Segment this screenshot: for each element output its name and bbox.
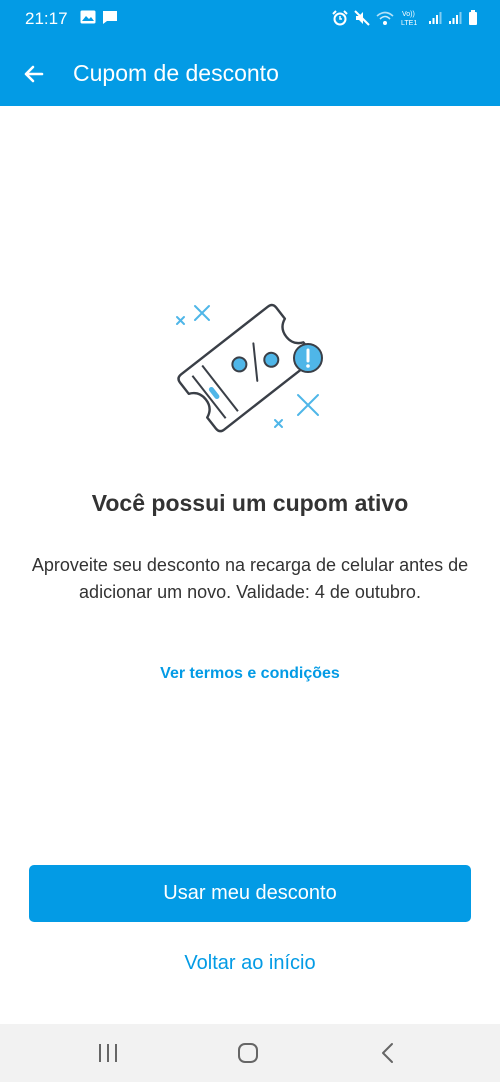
- page-title: Cupom de desconto: [73, 60, 279, 86]
- svg-text:Vo)): Vo)): [402, 11, 415, 18]
- app-bar: Cupom de desconto: [0, 40, 500, 106]
- wifi-icon: [376, 11, 394, 25]
- use-discount-button[interactable]: Usar meu desconto: [29, 865, 471, 922]
- home-icon: [238, 1043, 258, 1063]
- status-time: 21:17: [25, 9, 68, 28]
- back-button[interactable]: [18, 58, 50, 90]
- battery-icon: [469, 10, 477, 25]
- status-right-icons: Vo)) LTE1: [332, 9, 478, 27]
- coupon-ticket-icon: [176, 303, 323, 433]
- headline: Você possui um cupom ativo: [91, 490, 409, 516]
- nav-back-button[interactable]: [373, 1040, 403, 1066]
- signal-icon: [429, 12, 442, 24]
- home-button[interactable]: [233, 1040, 263, 1066]
- image-icon: [80, 10, 96, 24]
- system-nav-bar: [0, 1024, 500, 1082]
- status-bar: 21:17 Vo)) LTE1: [0, 0, 500, 40]
- status-left-icons: [80, 10, 118, 25]
- svg-text:LTE1: LTE1: [401, 20, 417, 27]
- mute-icon: [354, 10, 370, 26]
- signal-icon: [449, 12, 462, 24]
- alarm-icon: [332, 10, 348, 26]
- description-text: Aproveite seu desconto na recarga de cel…: [31, 555, 469, 602]
- message-icon: [103, 11, 117, 24]
- volte-icon: Vo)) LTE1: [401, 11, 417, 27]
- coupon-illustration: [150, 270, 350, 450]
- terms-link[interactable]: Ver termos e condições: [0, 665, 500, 683]
- back-to-home-link[interactable]: Voltar ao início: [0, 952, 500, 975]
- arrow-left-icon: [24, 65, 44, 83]
- recent-apps-icon: [99, 1044, 117, 1062]
- recent-apps-button[interactable]: [93, 1040, 123, 1066]
- back-icon: [382, 1043, 393, 1063]
